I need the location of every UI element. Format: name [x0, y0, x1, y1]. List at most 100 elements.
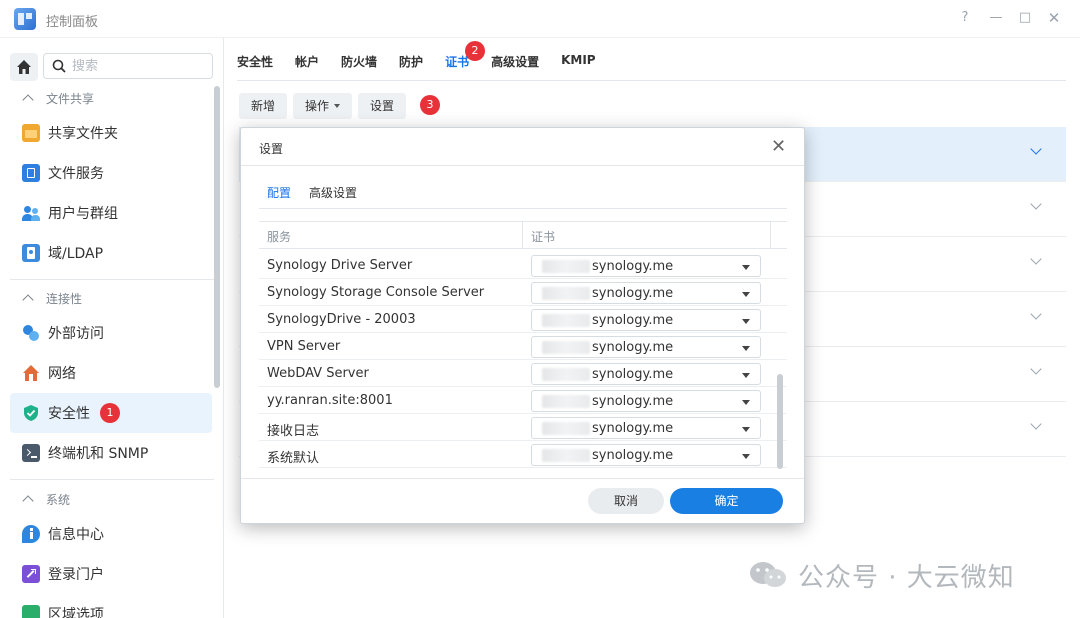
service-name: 接收日志	[267, 424, 320, 439]
divider	[10, 479, 214, 480]
network-home-icon	[22, 364, 40, 382]
sidebar-item-shared-folder[interactable]: 共享文件夹	[10, 113, 212, 153]
add-button[interactable]: 新增	[239, 93, 288, 119]
close-window-button[interactable]: ✕	[1045, 9, 1063, 27]
certificate-select[interactable]: synology.me	[531, 417, 761, 439]
watermark-text: 公众号 · 大云微知	[798, 562, 1015, 593]
folder-share-icon	[22, 124, 40, 142]
sidebar: 文件共享 共享文件夹 文件服务 用户与群组 域/LDAP 连接性 外部访问	[0, 38, 224, 618]
tab-advanced-settings[interactable]: 高级设置	[309, 184, 357, 201]
sidebar-item-label: 信息中心	[48, 527, 104, 543]
dialog-title: 设置	[259, 142, 284, 156]
certificate-select[interactable]: synology.me	[531, 390, 761, 412]
search-icon	[52, 59, 66, 73]
table-scrollbar[interactable]	[777, 374, 783, 469]
chevron-down-icon[interactable]	[1030, 363, 1042, 375]
table-row: Synology Drive Server synology.me	[259, 252, 787, 279]
divider	[10, 279, 214, 280]
certificate-value: synology.me	[592, 286, 674, 301]
section-label: 系统	[46, 492, 71, 507]
sidebar-item-terminal-snmp[interactable]: 终端机和 SNMP	[10, 433, 212, 473]
sidebar-item-external-access[interactable]: 外部访问	[10, 313, 212, 353]
certificate-value: synology.me	[592, 421, 674, 436]
sidebar-scrollbar[interactable]	[214, 86, 220, 388]
caret-down-icon	[334, 104, 341, 108]
certificate-select[interactable]: synology.me	[531, 444, 761, 466]
service-name: WebDAV Server	[267, 366, 369, 381]
tab-config[interactable]: 配置	[267, 184, 291, 201]
search-input[interactable]	[72, 57, 208, 75]
add-button-label: 新增	[251, 99, 276, 113]
certificate-select[interactable]: synology.me	[531, 336, 761, 358]
dropdown-arrow-icon	[742, 319, 750, 324]
chevron-down-icon[interactable]	[1030, 308, 1042, 320]
table-header: 服务 证书	[259, 221, 787, 249]
redacted-text	[542, 287, 590, 300]
info-icon	[22, 525, 40, 543]
home-button[interactable]	[10, 53, 38, 81]
sidebar-item-security[interactable]: 安全性 1	[10, 393, 212, 433]
chevron-down-icon[interactable]	[1030, 253, 1042, 265]
action-button-label: 操作	[305, 99, 330, 113]
section-system[interactable]: 系统	[22, 489, 71, 509]
close-icon[interactable]: ✕	[771, 136, 786, 157]
tab-certificate[interactable]: 证书	[445, 53, 469, 75]
chevron-down-icon[interactable]	[1030, 418, 1042, 430]
chevron-down-icon[interactable]	[1030, 143, 1042, 155]
section-connectivity[interactable]: 连接性	[22, 288, 82, 308]
certificate-select[interactable]: synology.me	[531, 309, 761, 331]
certificate-select[interactable]: synology.me	[531, 363, 761, 385]
tab-kmip[interactable]: KMIP	[561, 53, 596, 75]
service-name: Synology Storage Console Server	[267, 285, 485, 300]
sidebar-item-login-portal[interactable]: 登录门户	[10, 554, 212, 594]
certificate-select[interactable]: synology.me	[531, 282, 761, 304]
chevron-up-icon	[22, 495, 34, 507]
table-row: yy.ranran.site:8001 synology.me	[259, 387, 787, 414]
search-box[interactable]	[43, 53, 213, 79]
tab-advanced[interactable]: 高级设置	[491, 53, 539, 75]
minimize-button[interactable]: —	[987, 9, 1005, 27]
divider	[241, 165, 804, 166]
dropdown-arrow-icon	[742, 265, 750, 270]
sidebar-item-users-groups[interactable]: 用户与群组	[10, 193, 212, 233]
certificate-value: synology.me	[592, 394, 674, 409]
sidebar-item-info-center[interactable]: 信息中心	[10, 514, 212, 554]
service-name: VPN Server	[267, 339, 341, 354]
cancel-button[interactable]: 取消	[588, 488, 664, 514]
chevron-down-icon[interactable]	[1030, 198, 1042, 210]
tab-underline	[237, 80, 1066, 81]
sidebar-item-file-services[interactable]: 文件服务	[10, 153, 212, 193]
settings-dialog: 设置 ✕ 配置 高级设置 服务 证书 Synology Drive Server…	[240, 127, 805, 524]
table-row: SynologyDrive - 20003 synology.me	[259, 306, 787, 333]
sidebar-item-label: 登录门户	[48, 567, 104, 583]
toolbar: 新增 操作 设置	[239, 93, 412, 119]
section-file-sharing[interactable]: 文件共享	[22, 88, 94, 108]
file-services-icon	[22, 164, 40, 182]
table-row: WebDAV Server synology.me	[259, 360, 787, 387]
redacted-text	[542, 395, 590, 408]
certificate-select[interactable]: synology.me	[531, 255, 761, 277]
maximize-button[interactable]: □	[1016, 9, 1034, 27]
column-divider	[770, 222, 771, 249]
sidebar-item-label: 共享文件夹	[48, 126, 118, 142]
dropdown-arrow-icon	[742, 373, 750, 378]
sidebar-item-regional-options[interactable]: 区域选项	[10, 594, 212, 618]
chevron-up-icon	[22, 294, 34, 306]
tab-account[interactable]: 帐户	[295, 53, 319, 75]
settings-button-label: 设置	[370, 99, 395, 113]
confirm-button[interactable]: 确定	[670, 488, 783, 514]
certificate-value: synology.me	[592, 367, 674, 382]
dropdown-arrow-icon	[742, 454, 750, 459]
settings-button[interactable]: 设置	[358, 93, 407, 119]
help-button[interactable]: ?	[956, 9, 974, 27]
window-title: 控制面板	[46, 15, 99, 30]
tab-security[interactable]: 安全性	[237, 53, 273, 75]
home-icon	[17, 60, 31, 74]
tab-protection[interactable]: 防护	[399, 53, 423, 75]
sidebar-item-network[interactable]: 网络	[10, 353, 212, 393]
divider	[241, 478, 804, 479]
column-header-service: 服务	[267, 230, 292, 244]
action-dropdown-button[interactable]: 操作	[293, 93, 353, 119]
sidebar-item-domain-ldap[interactable]: 域/LDAP	[10, 233, 212, 273]
tab-firewall[interactable]: 防火墙	[341, 53, 377, 75]
